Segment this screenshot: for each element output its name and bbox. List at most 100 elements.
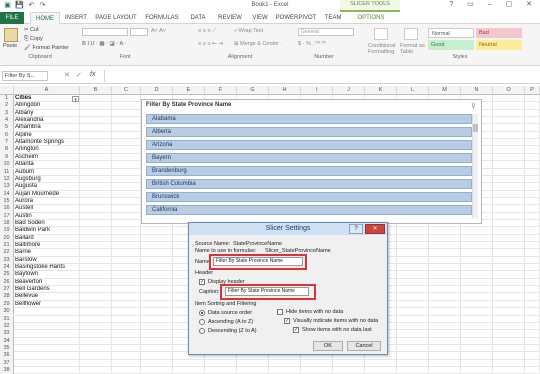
slicer-item[interactable]: Bayern — [146, 153, 472, 163]
city-cell[interactable]: Auburn — [14, 169, 80, 176]
column-header-G[interactable]: G — [237, 86, 269, 95]
align-horizontal-icons[interactable]: ≡ ≡ ≡ ⇤ ⇥ — [198, 41, 223, 47]
city-cell[interactable]: Alhambra — [14, 124, 80, 131]
city-cell[interactable]: Abingdon — [14, 102, 80, 109]
formula-input[interactable] — [104, 70, 534, 82]
column-header-N[interactable]: N — [461, 86, 493, 95]
row-header-1[interactable]: 1 — [0, 95, 14, 103]
row-header-21[interactable]: 21 — [0, 242, 14, 250]
row-header-10[interactable]: 10 — [0, 161, 14, 169]
column-header-O[interactable]: O — [493, 86, 525, 95]
tab-home[interactable]: HOME — [30, 12, 60, 24]
number-format-select[interactable]: General — [298, 28, 354, 36]
paste-button[interactable]: Paste — [3, 43, 17, 49]
conditional-formatting-icon[interactable] — [374, 28, 388, 40]
city-cell[interactable]: Bad Soden — [14, 220, 80, 227]
tab-view[interactable]: VIEW — [248, 12, 272, 24]
row-header-22[interactable]: 22 — [0, 249, 14, 257]
city-cell[interactable]: Baltimore — [14, 242, 80, 249]
tab-insert[interactable]: INSERT — [62, 12, 90, 24]
row-header-20[interactable]: 20 — [0, 234, 14, 242]
row-header-37[interactable]: 37 — [0, 359, 14, 367]
row-header-11[interactable]: 11 — [0, 168, 14, 176]
city-cell[interactable]: Altamonte Springs — [14, 139, 80, 146]
style-normal[interactable]: Normal — [428, 28, 474, 38]
column-header-D[interactable]: D — [141, 86, 173, 95]
tab-options[interactable]: OPTIONS — [348, 12, 394, 24]
row-header-17[interactable]: 17 — [0, 212, 14, 220]
merge-center-button[interactable]: ⊞ Merge & Center · — [234, 41, 282, 47]
style-neutral[interactable]: Neutral — [476, 40, 522, 50]
confirm-entry-icon[interactable]: ✓ — [76, 71, 82, 79]
select-all-corner[interactable] — [0, 86, 14, 95]
window-controls[interactable]: ? ▭ – ▢ ✕ — [449, 0, 538, 8]
font-size-select[interactable] — [130, 28, 148, 36]
city-cell[interactable]: Ballard — [14, 235, 80, 242]
column-header-H[interactable]: H — [269, 86, 301, 95]
align-top-icons[interactable]: ≡ ≡ ≡ ⟋ · — [198, 28, 219, 35]
font-grow-icon[interactable]: A˄ A˅ — [151, 28, 166, 34]
font-style-buttons[interactable]: B I U · ▦ · ◪ · A · — [82, 41, 127, 47]
copy-button[interactable]: ⎘ Copy — [24, 36, 43, 43]
city-cell[interactable]: Baldwin Park — [14, 227, 80, 234]
column-header-B[interactable]: B — [80, 86, 112, 95]
paste-icon[interactable] — [4, 28, 18, 42]
row-header-32[interactable]: 32 — [0, 322, 14, 331]
row-header-8[interactable]: 8 — [0, 146, 14, 154]
tab-team[interactable]: TEAM — [320, 12, 346, 24]
row-header-29[interactable]: 29 — [0, 300, 14, 309]
city-cell[interactable]: Austell — [14, 205, 80, 212]
city-cell[interactable]: Atlanta — [14, 161, 80, 168]
row-header-6[interactable]: 6 — [0, 131, 14, 140]
city-cell[interactable]: Bell Gardens — [14, 286, 80, 293]
row-header-23[interactable]: 23 — [0, 256, 14, 265]
column-header-J[interactable]: J — [333, 86, 365, 95]
slicer-item[interactable]: Arizona — [146, 140, 472, 150]
row-header-25[interactable]: 25 — [0, 271, 14, 279]
city-cell[interactable]: Arlington — [14, 146, 80, 153]
visual-no-data-checkbox[interactable]: ✓ — [284, 318, 290, 324]
insert-function-icon[interactable]: fx — [90, 71, 95, 78]
city-cell[interactable]: Aurora — [14, 198, 80, 205]
hide-no-data-checkbox[interactable] — [277, 309, 283, 315]
column-header-I[interactable]: I — [301, 86, 333, 95]
format-table-icon[interactable] — [404, 28, 418, 40]
city-cell[interactable]: Albany — [14, 110, 80, 117]
wrap-text-button[interactable]: ⤶ Wrap Text — [234, 28, 263, 35]
row-header-24[interactable]: 24 — [0, 264, 14, 272]
cancel-button[interactable]: Cancel — [347, 341, 381, 351]
row-header-31[interactable]: 31 — [0, 315, 14, 323]
city-cell[interactable]: Barstow — [14, 257, 80, 264]
tab-data[interactable]: DATA — [184, 12, 212, 24]
display-header-checkbox[interactable]: ✓ — [199, 279, 205, 285]
row-header-9[interactable]: 9 — [0, 153, 14, 162]
column-header-M[interactable]: M — [429, 86, 461, 95]
slicer-scrollbar-thumb[interactable] — [473, 124, 478, 132]
row-header-26[interactable]: 26 — [0, 278, 14, 287]
column-header-A[interactable]: A — [14, 86, 80, 95]
row-header-34[interactable]: 34 — [0, 337, 14, 345]
tab-formulas[interactable]: FORMULAS — [142, 12, 182, 24]
row-header-38[interactable]: 38 — [0, 366, 14, 374]
tab-file[interactable]: FILE — [0, 12, 24, 24]
slicer-item[interactable]: Alberta — [146, 127, 472, 137]
slicer-scrollbar[interactable] — [472, 114, 478, 218]
city-cell[interactable]: Alpine — [14, 132, 80, 139]
slicer-item[interactable]: Alabama — [146, 114, 472, 124]
descending-radio[interactable] — [199, 328, 205, 334]
column-header-C[interactable]: C — [112, 86, 141, 95]
row-header-30[interactable]: 30 — [0, 308, 14, 316]
row-header-28[interactable]: 28 — [0, 293, 14, 301]
row-header-7[interactable]: 7 — [0, 139, 14, 147]
row-header-35[interactable]: 35 — [0, 344, 14, 353]
slicer-panel[interactable]: Filter By State Province Name ⊽ Alabama A… — [141, 99, 482, 224]
row-header-13[interactable]: 13 — [0, 183, 14, 191]
row-header-4[interactable]: 4 — [0, 117, 14, 125]
conditional-formatting-button[interactable]: Conditional Formatting — [368, 43, 396, 55]
city-cell[interactable]: Ascheim — [14, 154, 80, 161]
city-cell[interactable]: Aujan Mournede — [14, 191, 80, 198]
cut-button[interactable]: ✂ Cut — [24, 27, 39, 33]
city-cell[interactable]: Baytown — [14, 271, 80, 278]
city-cell[interactable]: Alexandria — [14, 117, 80, 124]
column-a-header-cell[interactable]: Cities — [14, 95, 80, 102]
